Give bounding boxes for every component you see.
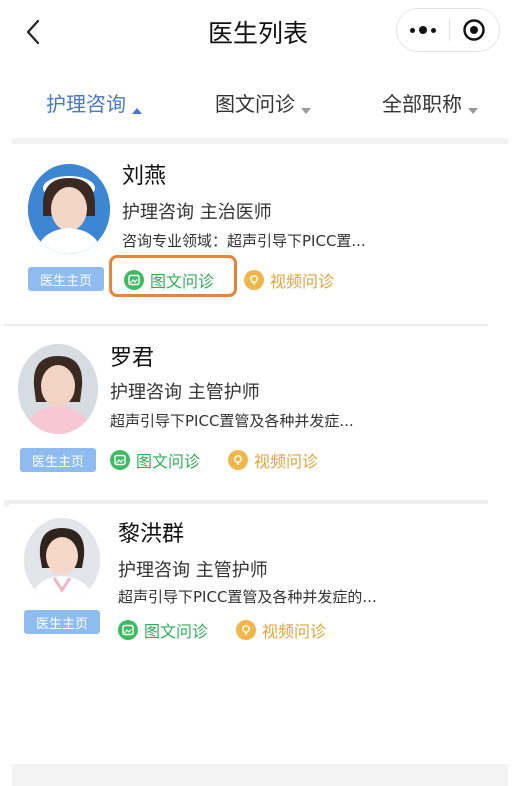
target-circle-icon xyxy=(463,19,485,41)
more-button[interactable] xyxy=(397,8,449,52)
tab-label: 护理咨询 xyxy=(46,92,126,116)
top-nav-bar: 医生列表 xyxy=(0,0,516,64)
text-consult-button[interactable]: 图文问诊 xyxy=(124,268,214,292)
doctor-specialty: 超声引导下PICC置管及各种并发症... xyxy=(110,412,354,430)
mini-program-capsule xyxy=(396,8,500,52)
doctor-card[interactable]: 医生主页 罗君 护理咨询 主管护师 超声引导下PICC置管及各种并发症... 图… xyxy=(4,328,488,502)
tab-label: 全部职称 xyxy=(382,92,462,116)
doctor-card[interactable]: 医生主页 黎洪群 护理咨询 主管护师 超声引导下PICC置管及各种并发症的...… xyxy=(10,504,490,674)
doctor-title: 护理咨询 主管护师 xyxy=(110,382,260,403)
video-consult-label: 视频问诊 xyxy=(270,272,335,291)
tab-nursing-consult[interactable]: 护理咨询 xyxy=(46,88,142,117)
video-consult-label: 视频问诊 xyxy=(254,452,319,471)
video-consult-button[interactable]: 视频问诊 xyxy=(228,448,318,472)
filter-tabs: 护理咨询 图文问诊 全部职称 xyxy=(0,76,516,126)
avatar xyxy=(24,518,100,602)
caret-up-icon xyxy=(132,108,142,114)
doctor-name: 黎洪群 xyxy=(118,522,185,547)
doctor-homepage-button[interactable]: 医生主页 xyxy=(20,448,96,472)
doctor-name: 刘燕 xyxy=(122,164,167,189)
video-consult-button[interactable]: 视频问诊 xyxy=(236,618,326,642)
image-text-icon xyxy=(118,620,138,640)
video-consult-icon xyxy=(244,270,264,290)
tab-label: 图文问诊 xyxy=(215,92,295,116)
tab-all-titles[interactable]: 全部职称 xyxy=(382,88,478,117)
video-consult-label: 视频问诊 xyxy=(262,622,327,641)
text-consult-label: 图文问诊 xyxy=(136,452,201,471)
text-consult-label: 图文问诊 xyxy=(150,272,215,291)
doctor-title: 护理咨询 主管护师 xyxy=(118,560,268,581)
doctor-homepage-button[interactable]: 医生主页 xyxy=(24,610,100,634)
doctor-card[interactable]: 医生主页 刘燕 护理咨询 主治医师 咨询专业领域：超声引导下PICC置... 图… xyxy=(12,144,508,324)
doctor-specialty: 超声引导下PICC置管及各种并发症的... xyxy=(118,588,377,606)
doctor-specialty: 咨询专业领域：超声引导下PICC置... xyxy=(122,232,366,250)
video-consult-icon xyxy=(236,620,256,640)
text-consult-button[interactable]: 图文问诊 xyxy=(118,618,208,642)
text-consult-button[interactable]: 图文问诊 xyxy=(110,448,200,472)
image-text-icon xyxy=(110,450,130,470)
caret-down-icon xyxy=(468,108,478,114)
avatar xyxy=(18,344,98,434)
doctor-homepage-button[interactable]: 医生主页 xyxy=(28,267,104,291)
close-mini-program-button[interactable] xyxy=(449,8,499,52)
bottom-spacer-bar xyxy=(12,764,508,786)
image-text-icon xyxy=(124,270,144,290)
more-dots-icon xyxy=(409,27,415,33)
caret-down-icon xyxy=(301,108,311,114)
avatar xyxy=(28,164,110,254)
text-consult-label: 图文问诊 xyxy=(144,622,209,641)
doctor-title: 护理咨询 主治医师 xyxy=(122,202,272,223)
doctor-name: 罗君 xyxy=(110,346,155,371)
video-consult-button[interactable]: 视频问诊 xyxy=(244,268,334,292)
video-consult-icon xyxy=(228,450,248,470)
tab-text-consult[interactable]: 图文问诊 xyxy=(215,88,311,117)
card-divider xyxy=(4,324,488,326)
